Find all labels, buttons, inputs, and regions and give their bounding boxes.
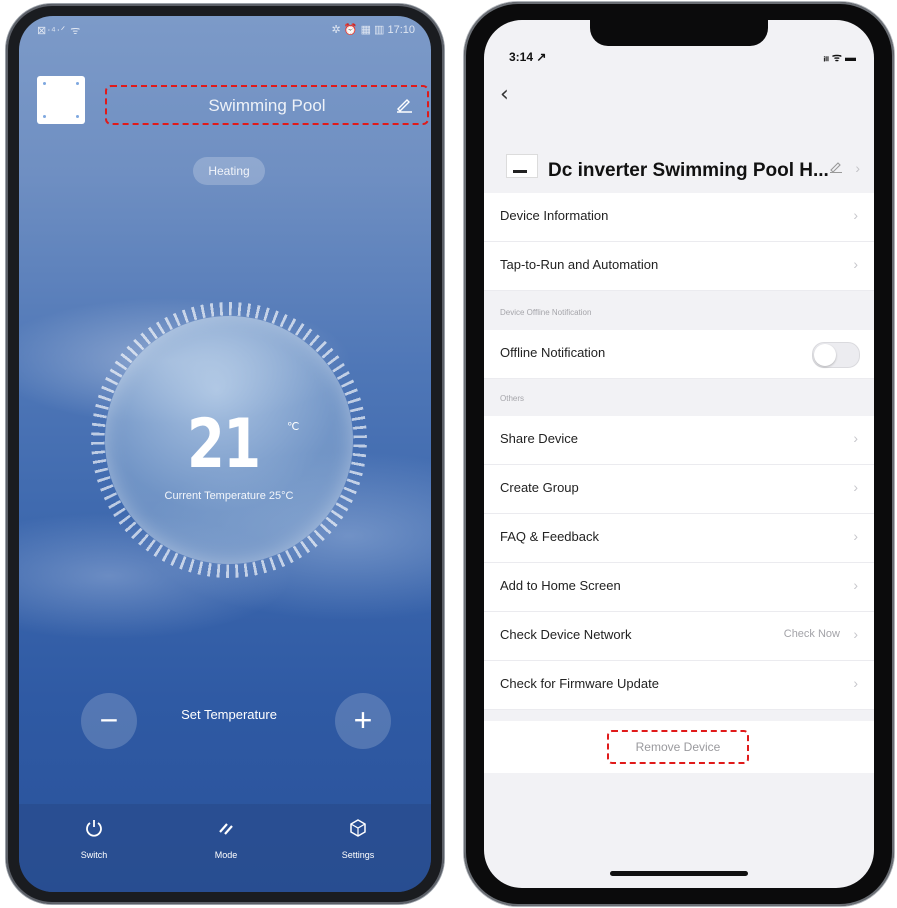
- row-label: Tap-to-Run and Automation: [500, 257, 659, 272]
- check-now-link[interactable]: Check Now: [784, 628, 840, 640]
- increase-temp-button[interactable]: +: [335, 693, 391, 749]
- device-thumbnail[interactable]: [37, 76, 85, 124]
- section-header-others: Others: [500, 394, 525, 403]
- row-faq-feedback[interactable]: FAQ & Feedback ›: [484, 514, 874, 563]
- row-device-information[interactable]: Device Information ›: [484, 193, 874, 242]
- chevron-right-icon: ›: [853, 207, 858, 223]
- mode-status-pill: Heating: [193, 157, 265, 185]
- set-temperature-value: 21: [187, 405, 261, 484]
- tab-settings[interactable]: Settings: [323, 818, 393, 860]
- row-label: Share Device: [500, 431, 579, 446]
- chevron-right-icon: ›: [853, 256, 858, 272]
- row-check-device-network[interactable]: Check Device Network Check Now ›: [484, 612, 874, 661]
- row-label: Add to Home Screen: [500, 578, 621, 593]
- chevron-right-icon: ›: [853, 626, 858, 642]
- status-indicators: ᵢₗₗ ᯤ ▬: [823, 52, 856, 64]
- row-add-home-screen[interactable]: Add to Home Screen ›: [484, 563, 874, 612]
- edit-pencil-icon[interactable]: [395, 97, 413, 118]
- device-name[interactable]: Dc inverter Swimming Pool H...: [548, 160, 829, 182]
- device-icon: [506, 154, 538, 178]
- row-label: Device Information: [500, 208, 609, 223]
- bottom-tab-bar: Switch Mode Settings: [19, 804, 431, 892]
- device-settings-screen: 3:14 ↗ ᵢₗₗ ᯤ ▬ ‹ Dc inverter Swimming Po…: [484, 20, 874, 888]
- mode-icon: [191, 818, 261, 844]
- pool-control-screen: ⊠ᐧ⁴ᐧᐟ ᯤ ✲ ⏰ ▦ ▥ 17:10 Swimming Pool Heat…: [19, 16, 431, 892]
- power-icon: [59, 818, 129, 844]
- status-left-indicators: ⊠ᐧ⁴ᐧᐟ ᯤ: [37, 25, 82, 37]
- title-highlight-box: Swimming Pool: [105, 85, 429, 125]
- toggle-knob: [814, 344, 836, 366]
- tab-mode[interactable]: Mode: [191, 818, 261, 860]
- settings-icon: [323, 818, 393, 844]
- row-create-group[interactable]: Create Group ›: [484, 465, 874, 514]
- decrease-temp-button[interactable]: −: [81, 693, 137, 749]
- row-label: Offline Notification: [500, 345, 606, 360]
- row-label: Check for Firmware Update: [500, 676, 659, 691]
- android-status-bar: ⊠ᐧ⁴ᐧᐟ ᯤ ✲ ⏰ ▦ ▥ 17:10: [19, 16, 431, 44]
- tab-settings-label: Settings: [341, 850, 375, 860]
- row-label: FAQ & Feedback: [500, 529, 599, 544]
- temperature-unit: ℃: [287, 421, 300, 433]
- chevron-right-icon: ›: [853, 479, 858, 495]
- offline-notification-toggle[interactable]: [812, 342, 860, 368]
- current-temperature: Current Temperature 25°C: [164, 490, 294, 502]
- section-header-offline: Device Offline Notification: [500, 308, 592, 317]
- device-title: Swimming Pool: [208, 96, 326, 115]
- row-share-device[interactable]: Share Device ›: [484, 416, 874, 465]
- tab-switch[interactable]: Switch: [59, 818, 129, 860]
- edit-name-icon[interactable]: [829, 160, 843, 176]
- status-time: 3:14 ↗: [509, 50, 547, 64]
- remove-device-button[interactable]: Remove Device: [607, 730, 749, 764]
- home-indicator[interactable]: [610, 871, 748, 876]
- back-chevron-icon[interactable]: ‹: [500, 82, 509, 107]
- chevron-right-icon: ›: [853, 577, 858, 593]
- row-tap-to-run[interactable]: Tap-to-Run and Automation ›: [484, 242, 874, 291]
- left-phone-frame: ⊠ᐧ⁴ᐧᐟ ᯤ ✲ ⏰ ▦ ▥ 17:10 Swimming Pool Heat…: [6, 4, 444, 904]
- row-label: Create Group: [500, 480, 579, 495]
- ios-status-bar: 3:14 ↗ ᵢₗₗ ᯤ ▬: [484, 20, 874, 64]
- device-info-group: Device Information › Tap-to-Run and Auto…: [484, 193, 874, 291]
- chevron-right-icon: ›: [853, 528, 858, 544]
- remove-device-section: Remove Device: [484, 721, 874, 773]
- row-label: Check Device Network: [500, 627, 632, 642]
- row-firmware-update[interactable]: Check for Firmware Update ›: [484, 661, 874, 710]
- chevron-right-icon: ›: [853, 675, 858, 691]
- device-header-chevron-icon: ›: [855, 160, 860, 176]
- offline-group: Offline Notification: [484, 330, 874, 379]
- status-right-indicators: ✲ ⏰ ▦ ▥ 17:10: [331, 24, 415, 36]
- others-group: Share Device › Create Group › FAQ & Feed…: [484, 416, 874, 710]
- chevron-right-icon: ›: [853, 430, 858, 446]
- tab-switch-label: Switch: [80, 850, 108, 860]
- set-temperature-label: Set Temperature: [181, 707, 277, 722]
- row-offline-notification: Offline Notification: [484, 330, 874, 379]
- right-phone-frame: 3:14 ↗ ᵢₗₗ ᯤ ▬ ‹ Dc inverter Swimming Po…: [464, 2, 894, 906]
- tab-mode-label: Mode: [214, 850, 238, 860]
